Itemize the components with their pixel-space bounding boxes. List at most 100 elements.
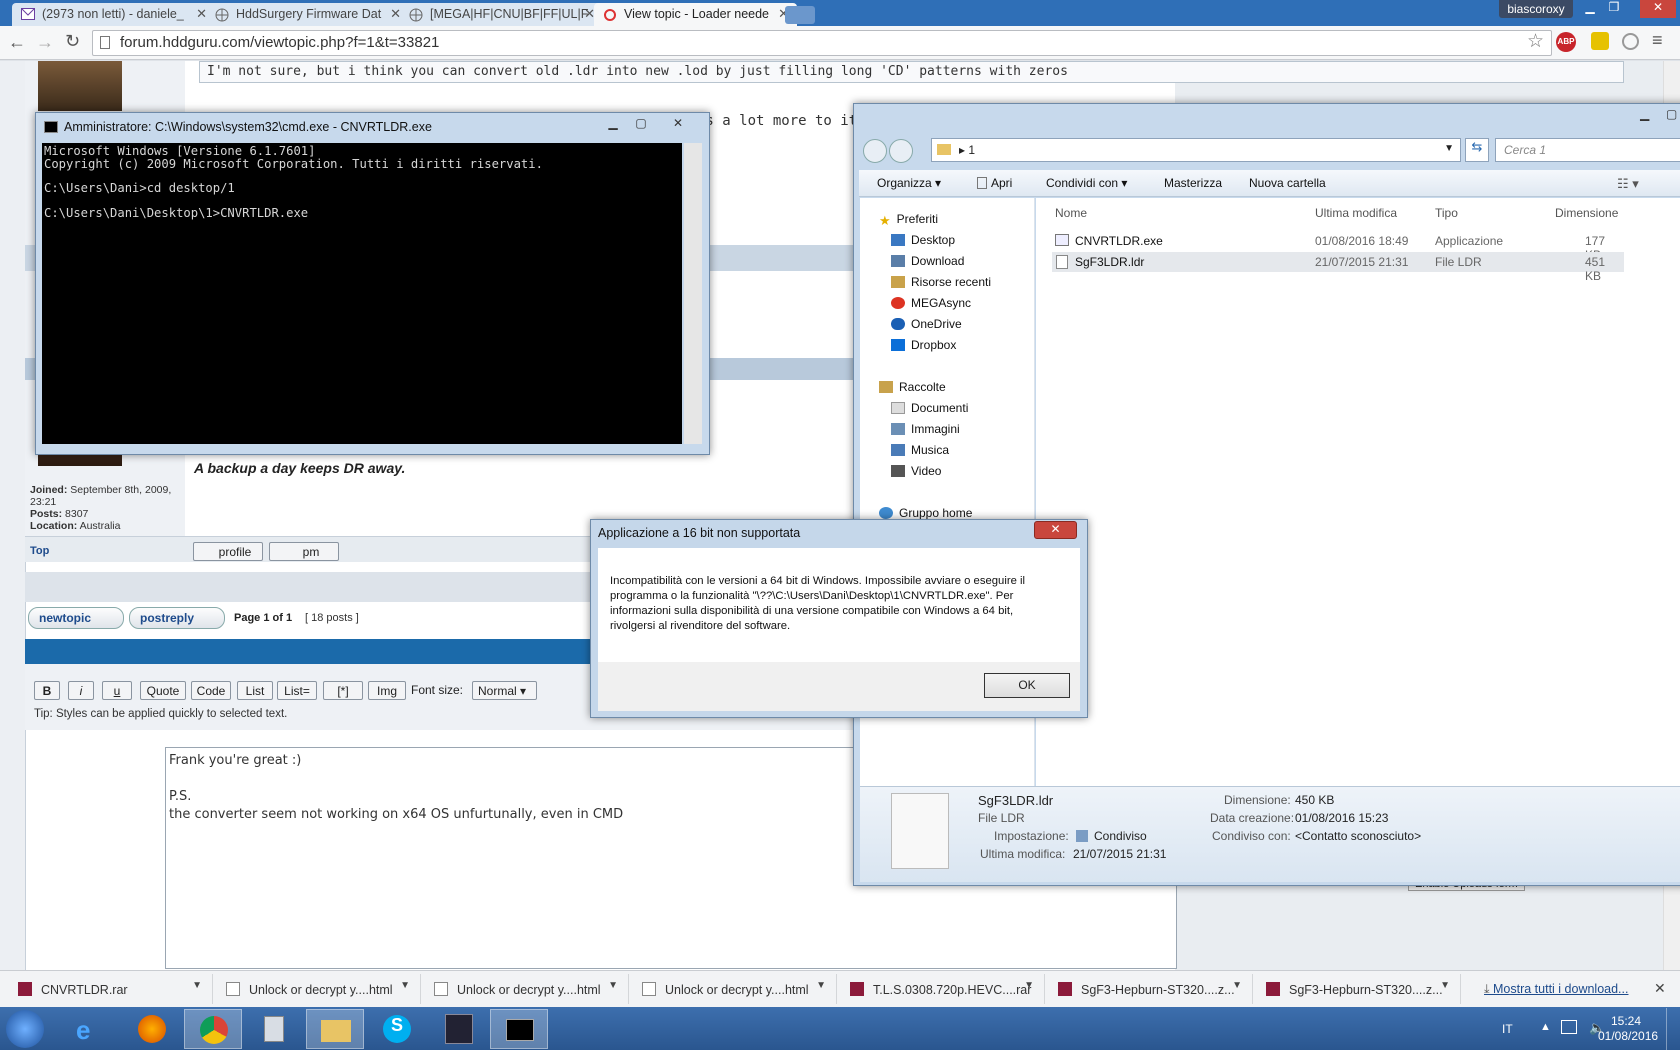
chevron-down-icon[interactable]: ▼ <box>608 980 618 991</box>
download-item[interactable]: Unlock or decrypt y....html ▼ <box>422 974 629 1004</box>
chevron-down-icon[interactable]: ▼ <box>192 980 202 991</box>
taskbar-chrome[interactable] <box>184 1009 242 1049</box>
nav-item-desktop[interactable]: Desktop <box>891 233 955 247</box>
underline-button[interactable]: u <box>102 681 132 700</box>
chevron-down-icon[interactable]: ▼ <box>1232 980 1242 991</box>
download-item[interactable]: Unlock or decrypt y....html ▼ <box>630 974 837 1004</box>
taskbar-firefox[interactable] <box>124 1009 182 1049</box>
quote-button[interactable]: Quote <box>140 681 186 700</box>
open-button[interactable]: Apri <box>977 176 1012 190</box>
extension-icon[interactable] <box>1622 33 1639 50</box>
post-reply-button[interactable]: postreply <box>129 607 225 629</box>
column-modified[interactable]: Ultima modifica <box>1315 206 1397 220</box>
chevron-down-icon[interactable]: ▼ <box>1024 980 1034 991</box>
download-item[interactable]: SgF3-Hepburn-ST320....z... ▼ <box>1254 974 1461 1004</box>
list-button[interactable]: List <box>237 681 273 700</box>
maximize-icon[interactable]: ▢ <box>1666 107 1677 121</box>
tab-view-topic[interactable]: View topic - Loader neede ✕ <box>594 3 797 26</box>
forward-icon[interactable]: → <box>36 32 54 53</box>
restore-icon[interactable]: ❐ <box>1602 0 1626 18</box>
tab-hddsurgery[interactable]: HddSurgery Firmware Dat ✕ <box>206 3 409 26</box>
nav-item-music[interactable]: Musica <box>891 443 949 457</box>
bold-button[interactable]: B <box>34 681 60 700</box>
start-button[interactable] <box>6 1010 44 1048</box>
nav-homegroup[interactable]: Gruppo home <box>879 506 972 520</box>
back-icon[interactable] <box>863 139 887 163</box>
nav-item-videos[interactable]: Video <box>891 464 941 478</box>
column-size[interactable]: Dimensione <box>1555 206 1618 220</box>
clock[interactable]: 15:24 01/08/2016 <box>1598 1014 1658 1044</box>
cmd-scrollbar[interactable] <box>684 143 702 444</box>
burn-button[interactable]: Masterizza <box>1164 176 1222 190</box>
download-item[interactable]: T.L.S.0308.720p.HEVC....rar ▼ <box>838 974 1045 1004</box>
view-options-icon[interactable]: ☷ ▾ <box>1617 176 1639 192</box>
close-icon[interactable]: ✕ <box>1654 980 1666 997</box>
extension-icon[interactable] <box>1591 32 1609 50</box>
nav-item-download[interactable]: Download <box>891 254 964 268</box>
show-desktop-button[interactable] <box>1666 1008 1680 1050</box>
img-button[interactable]: Img <box>368 681 406 700</box>
close-window-icon[interactable]: ✕ <box>1640 0 1676 18</box>
new-tab-button[interactable] <box>785 6 815 24</box>
reload-icon[interactable]: ↻ <box>65 31 80 52</box>
taskbar-explorer[interactable] <box>306 1009 364 1049</box>
nav-favorites[interactable]: ★ Preferiti <box>879 212 938 228</box>
chevron-down-icon[interactable]: ▼ <box>816 980 826 991</box>
chevron-down-icon[interactable]: ▼ <box>1444 143 1454 154</box>
profile-badge[interactable]: biascoroxy <box>1499 0 1573 18</box>
tab-mail[interactable]: (2973 non letti) - daniele_ ✕ <box>12 3 215 26</box>
tab-mega[interactable]: [MEGA|HF|CNU|BF|FF|UL|F ✕ <box>400 3 603 26</box>
back-icon[interactable]: ← <box>8 32 26 53</box>
font-size-select[interactable]: Normal ▾ <box>472 681 537 700</box>
star-icon[interactable]: ☆ <box>1527 30 1544 53</box>
ok-button[interactable]: OK <box>984 673 1070 698</box>
share-button[interactable]: Condividi con ▾ <box>1046 176 1127 190</box>
nav-item-megasync[interactable]: MEGAsync <box>891 296 971 310</box>
explorer-address-bar[interactable]: ▸ 1 ▼ <box>931 138 1461 162</box>
chevron-down-icon[interactable]: ▼ <box>1440 980 1450 991</box>
list-ordered-button[interactable]: List= <box>277 681 317 700</box>
taskbar-ie[interactable]: e <box>62 1009 120 1049</box>
new-folder-button[interactable]: Nuova cartella <box>1249 176 1326 190</box>
pm-button[interactable]: pm <box>269 542 339 561</box>
cmd-console[interactable]: Microsoft Windows [Versione 6.1.7601] Cop… <box>42 143 682 444</box>
close-icon[interactable]: ✕ <box>1034 521 1077 539</box>
code-button[interactable]: Code <box>191 681 231 700</box>
taskbar-cmd[interactable] <box>490 1009 548 1049</box>
menu-icon[interactable]: ≡ <box>1652 30 1663 51</box>
maximize-icon[interactable]: ▢ <box>628 116 654 133</box>
italic-button[interactable]: i <box>68 681 94 700</box>
close-icon[interactable]: ✕ <box>664 116 692 133</box>
download-item[interactable]: CNVRTLDR.rar ▼ <box>6 974 213 1004</box>
explorer-search[interactable]: Cerca 1 <box>1495 138 1680 162</box>
top-link[interactable]: Top <box>30 545 49 557</box>
path-segment[interactable]: 1 <box>968 143 975 157</box>
nav-item-pictures[interactable]: Immagini <box>891 422 960 436</box>
show-all-downloads[interactable]: ⤓ Mostra tutti i download... <box>1484 982 1628 997</box>
nav-libraries[interactable]: Raccolte <box>879 380 946 394</box>
column-name[interactable]: Nome <box>1055 206 1087 220</box>
network-icon[interactable] <box>1561 1020 1577 1034</box>
adblock-icon[interactable]: ABP <box>1556 32 1576 52</box>
minimize-icon[interactable]: ▁ <box>1578 0 1602 18</box>
new-topic-button[interactable]: newtopic <box>28 607 124 629</box>
file-row-selected[interactable]: SgF3LDR.ldr 21/07/2015 21:31 File LDR 45… <box>1052 252 1624 283</box>
taskbar-mrt[interactable] <box>430 1009 488 1049</box>
nav-item-onedrive[interactable]: OneDrive <box>891 317 962 331</box>
list-item-button[interactable]: [*] <box>323 681 363 700</box>
language-indicator[interactable]: IT <box>1502 1022 1513 1036</box>
profile-button[interactable]: profile <box>193 542 263 561</box>
nav-item-dropbox[interactable]: Dropbox <box>891 338 956 352</box>
taskbar-skype[interactable]: S <box>368 1009 426 1049</box>
download-item[interactable]: Unlock or decrypt y....html ▼ <box>214 974 421 1004</box>
column-type[interactable]: Tipo <box>1435 206 1458 220</box>
nav-item-documents[interactable]: Documenti <box>891 401 968 415</box>
download-item[interactable]: SgF3-Hepburn-ST320....z... ▼ <box>1046 974 1253 1004</box>
file-row[interactable]: CNVRTLDR.exe 01/08/2016 18:49 Applicazio… <box>1052 231 1624 262</box>
refresh-icon[interactable]: ⇆ <box>1465 138 1489 162</box>
organize-button[interactable]: Organizza ▾ <box>877 176 941 190</box>
url-text[interactable]: forum.hddguru.com/viewtopic.php?f=1&t=33… <box>120 34 439 51</box>
minimize-icon[interactable]: ▁ <box>1640 107 1649 121</box>
minimize-icon[interactable]: ▁ <box>600 116 626 133</box>
chevron-down-icon[interactable]: ▼ <box>400 980 410 991</box>
